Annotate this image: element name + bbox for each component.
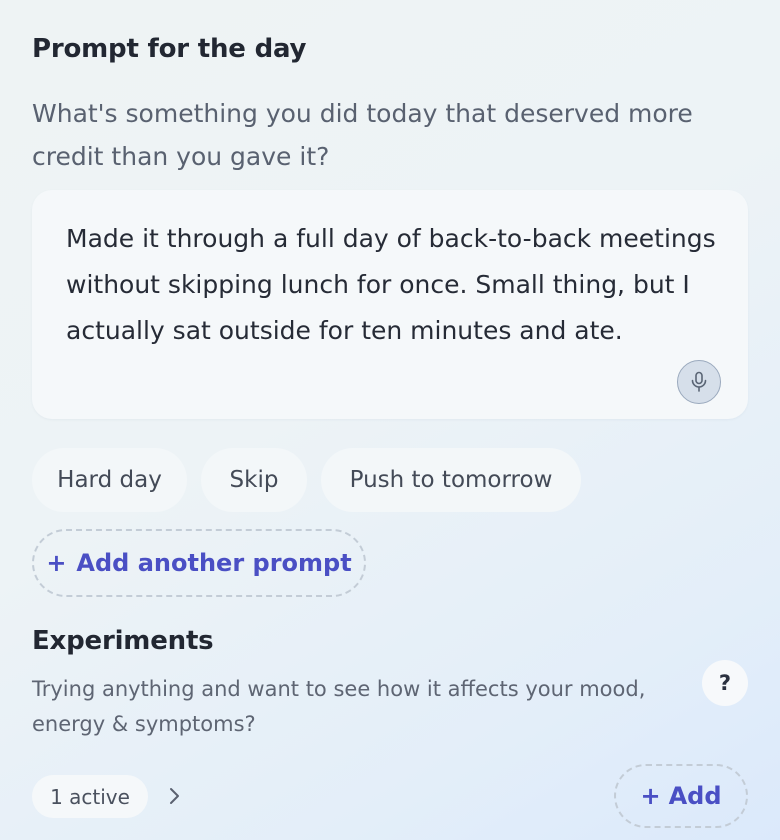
add-another-prompt-label: Add another prompt	[76, 549, 352, 577]
help-button[interactable]: ?	[702, 660, 748, 706]
chip-skip[interactable]: Skip	[201, 448, 307, 512]
question-mark-icon: ?	[718, 671, 732, 695]
answer-text[interactable]: Made it through a full day of back-to-ba…	[66, 216, 736, 354]
plus-icon: +	[640, 782, 661, 810]
active-count-label: 1 active	[50, 784, 130, 809]
add-experiment-label: Add	[668, 782, 722, 810]
prompt-question: What's something you did today that dese…	[32, 99, 693, 171]
microphone-icon	[690, 371, 708, 393]
add-experiment-button[interactable]: + Add	[614, 764, 748, 828]
chip-hard-day[interactable]: Hard day	[32, 448, 187, 512]
prompt-section-title: Prompt for the day	[32, 34, 307, 64]
chip-push-to-tomorrow[interactable]: Push to tomorrow	[321, 448, 581, 512]
microphone-button[interactable]	[677, 360, 721, 404]
plus-icon: +	[46, 549, 67, 577]
experiments-title: Experiments	[32, 626, 214, 656]
active-experiments-badge[interactable]: 1 active	[32, 775, 148, 818]
chip-label: Push to tomorrow	[349, 467, 553, 493]
chevron-right-icon[interactable]	[164, 784, 184, 808]
add-another-prompt-button[interactable]: + Add another prompt	[32, 529, 366, 597]
experiments-description: Trying anything and want to see how it a…	[32, 677, 646, 736]
chip-label: Skip	[229, 467, 279, 493]
chip-label: Hard day	[57, 467, 162, 493]
